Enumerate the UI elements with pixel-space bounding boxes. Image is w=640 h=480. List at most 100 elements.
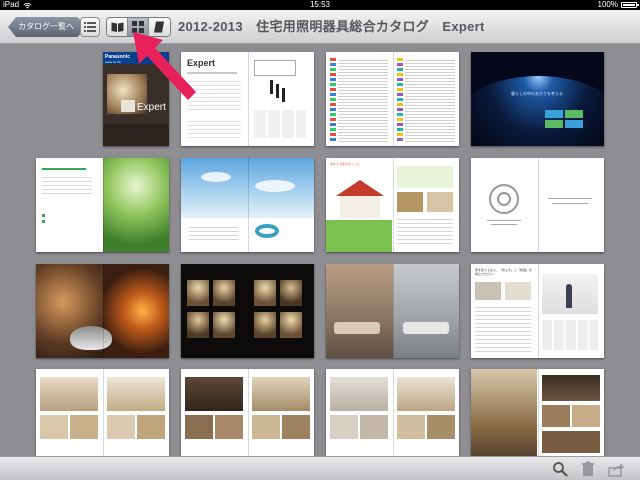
spine [537,264,539,358]
info-box [565,120,583,128]
room-photo [106,415,135,439]
room-photo [251,377,310,411]
trash-icon[interactable] [580,461,596,477]
battery-icon [621,2,639,8]
room-photo [541,431,600,453]
catalog-page-thumbnail[interactable]: 暮らしの中のあかりを考える [471,52,604,146]
cat-image [70,326,112,350]
logo-caption [491,224,517,225]
catalog-page-thumbnail[interactable] [181,158,314,252]
catalog-page-thumbnail[interactable] [36,369,169,456]
page-heading: あかりで変わる くらし [330,162,361,166]
catalog-page-thumbnail[interactable]: あかりで変わる くらし [326,158,459,252]
navigation-bar: カタログ一覧へ 2012-2013 住宅用照明器具総合カタログ Expert [0,10,640,44]
spine [537,158,539,252]
room-photo [136,415,165,439]
room-photo [541,405,570,427]
table-block [541,320,598,350]
person-image [565,284,572,308]
room-photo [253,280,276,306]
list-view-button[interactable] [80,17,100,37]
search-icon[interactable] [552,461,568,477]
earth-image [471,76,604,146]
cloud [255,180,295,192]
table-box [253,60,296,76]
house-roof-image [336,180,384,196]
text-block [396,216,453,244]
right-page [102,264,169,358]
left-page [181,264,248,358]
catalog-page-thumbnail[interactable] [326,369,459,456]
bar-image [275,84,279,98]
catalog-page-thumbnail[interactable] [326,264,459,358]
logo-caption [487,220,521,221]
room-photo [185,377,243,411]
room-photo [213,280,235,306]
cycle-diagram [255,224,279,238]
spine [247,52,249,146]
bullet [42,214,45,217]
catalog-page-thumbnail[interactable] [471,158,604,252]
catalog-page-thumbnail[interactable] [471,369,604,456]
back-to-catalog-list-button[interactable]: カタログ一覧へ [8,17,80,37]
catalog-page-thumbnail[interactable]: Expert [181,52,314,146]
text-block [42,174,92,194]
spine [102,369,104,456]
room-photo [396,192,423,212]
room-photo [187,280,209,306]
right-page [538,369,605,456]
bullet [42,220,45,223]
bar-image [281,88,285,102]
room-photo [471,369,537,456]
text-block [475,304,531,352]
right-page [103,369,170,456]
pink-arrow-annotation [133,32,196,100]
right-page [393,158,460,252]
room-photo [106,377,165,411]
spine [392,158,394,252]
catalog-page-thumbnail[interactable] [181,264,314,358]
room-photo [426,415,455,439]
text-block [253,110,306,138]
room-photo [251,415,280,439]
spine [537,369,539,456]
spine [102,264,104,358]
info-box [565,110,583,118]
catalog-page-thumbnail[interactable] [36,264,169,358]
logo-inner-circle [497,192,511,206]
left-page [326,52,393,146]
spine [392,264,394,358]
page-caption: 暮らしの中のあかりを考える [511,91,563,96]
status-right: 100% [598,0,639,10]
right-page [102,158,169,252]
room-photo [505,282,531,300]
list-icon [84,22,96,32]
text-line [547,198,592,199]
spine [247,369,249,456]
book-icon [111,22,124,32]
left-page [181,369,248,456]
room-photo [279,312,302,338]
catalog-page-thumbnail[interactable] [36,158,169,252]
index-table [404,58,455,142]
catalog-page-thumbnail[interactable]: 家を建てるなら、「省エネ」と「快適」を両立させたい [471,264,604,358]
book-view-button[interactable] [107,18,128,36]
catalog-page-thumbnail[interactable] [326,52,459,146]
grass-image [326,220,392,252]
room-photo [187,312,209,338]
cloud [201,172,231,182]
share-icon[interactable] [608,461,624,477]
index-table [338,58,388,142]
catalog-page-thumbnail[interactable] [181,369,314,456]
room-photo [360,415,388,439]
left-page [36,369,103,456]
room-photo [281,415,310,439]
room-photo [475,282,501,300]
right-page [393,369,460,456]
room-photo [279,280,302,306]
info-panel [396,166,453,188]
room-photo [330,415,358,439]
right-page [538,158,605,252]
room-photo [40,415,68,439]
right-page [393,52,460,146]
